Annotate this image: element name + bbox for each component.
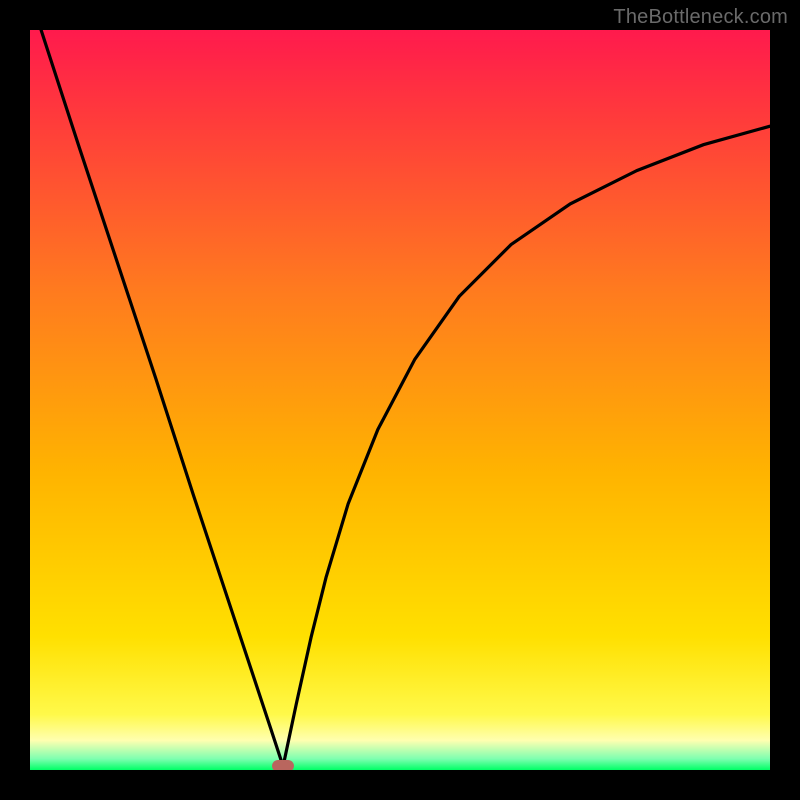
minimum-marker <box>272 760 294 770</box>
plot-area <box>30 30 770 770</box>
watermark-text: TheBottleneck.com <box>613 6 788 29</box>
chart-frame: TheBottleneck.com <box>0 0 800 800</box>
bottleneck-curve <box>41 30 770 766</box>
curve-layer <box>30 30 770 770</box>
